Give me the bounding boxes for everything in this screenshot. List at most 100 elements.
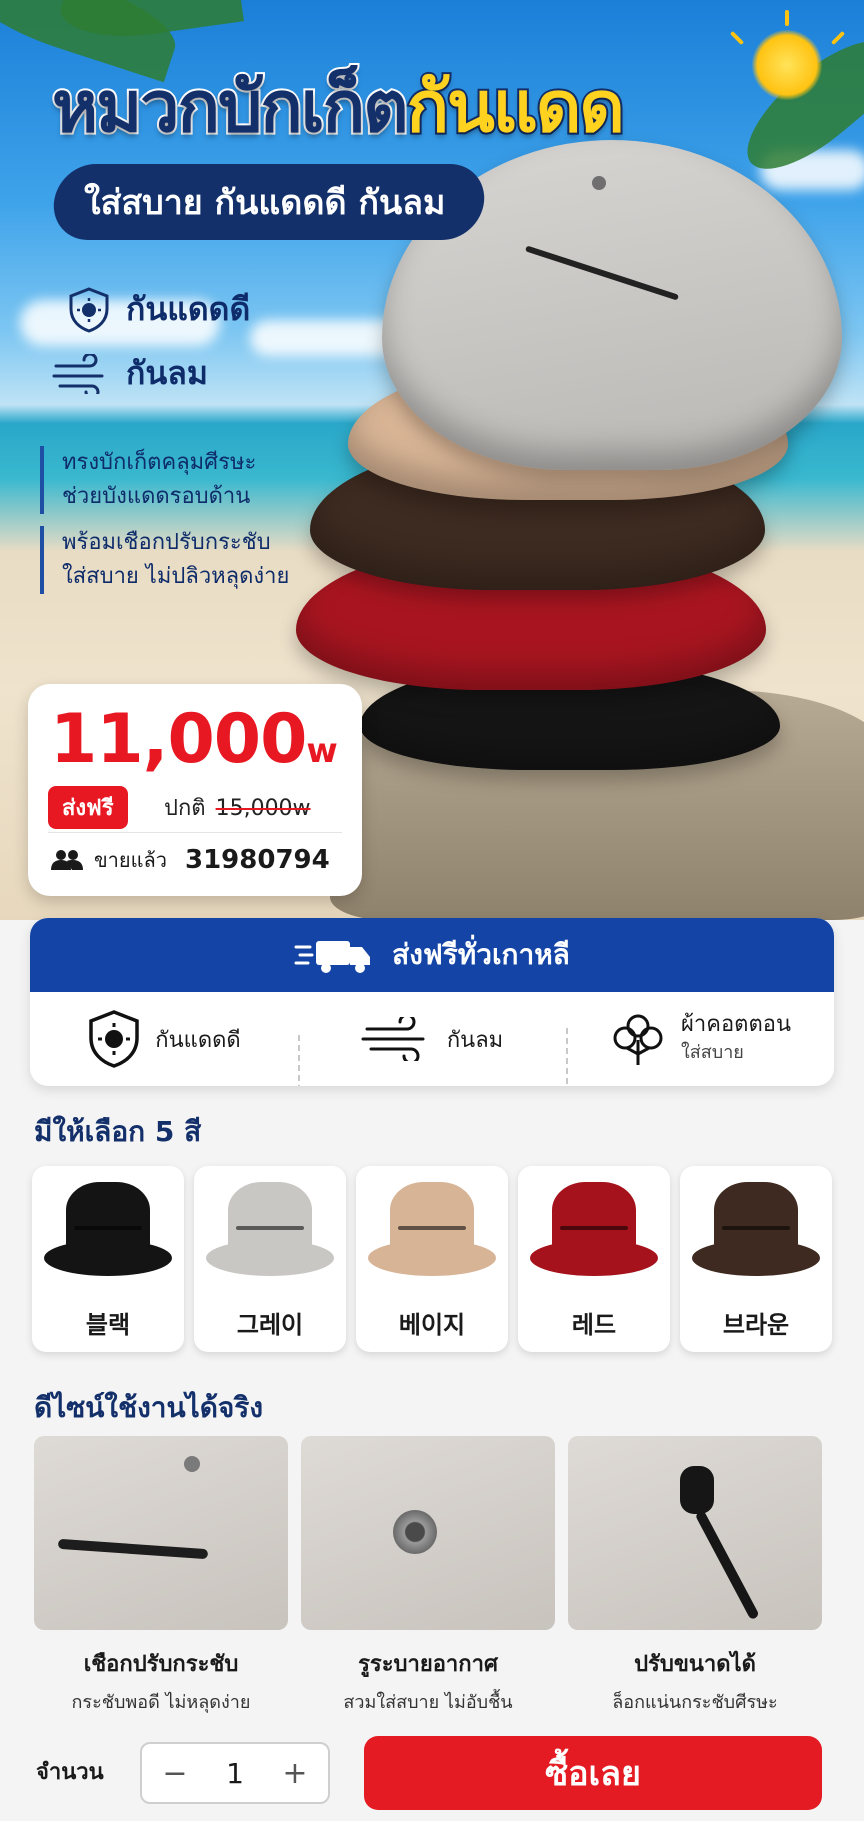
hat-brim xyxy=(206,1240,334,1276)
subtitle-pill: ใส่สบาย กันแดดดี กันลม xyxy=(50,164,488,240)
drawstring xyxy=(57,1538,209,1560)
eyelet xyxy=(592,176,606,190)
hero-banner: หมวกบักเก็ตกันแดด ใส่สบาย กันแดดดี กันลม… xyxy=(0,0,864,920)
quantity-value[interactable]: 1 xyxy=(226,1757,244,1790)
price-currency: w xyxy=(306,731,337,771)
design-details: เชือกปรับกระชับ กระชับพอดี ไม่หลุดง่าย ร… xyxy=(34,1436,822,1716)
color-name: 레드 xyxy=(571,1311,617,1339)
drawstring xyxy=(694,1509,760,1621)
detail-photo xyxy=(34,1436,288,1630)
detail-vent: รูระบายอากาศ สวมใส่สบาย ไม่อับชื้น xyxy=(301,1436,555,1716)
feature-label: ผ้าคอตตอน xyxy=(681,1012,791,1037)
hat-thumbnail xyxy=(692,1182,820,1278)
eyelet xyxy=(184,1456,200,1472)
feature-label: กันแดดดี xyxy=(126,290,251,328)
bullet-line: ใส่สบาย ไม่ปลิวหลุดง่าย xyxy=(62,564,290,589)
detail-caption: เชือกปรับกระชับ กระชับพอดี ไม่หลุดง่าย xyxy=(34,1646,288,1716)
detail-adjust: ปรับขนาดได้ ล็อกแน่นกระชับศีรษะ xyxy=(568,1436,822,1716)
regular-price-value: 15,000w xyxy=(215,796,311,821)
hat-thumbnail xyxy=(530,1182,658,1278)
color-name: 블랙 xyxy=(85,1311,131,1339)
color-options: 블랙 그레이 베이지 레드 브라운 xyxy=(32,1166,832,1352)
free-shipping-badge: ส่งฟรี xyxy=(48,786,128,829)
subtitle-text: ใส่สบาย กันแดดดี กันลม xyxy=(84,183,446,223)
drawstring xyxy=(524,245,680,301)
bullet-drawstring: พร้อมเชือกปรับกระชับ ใส่สบาย ไม่ปลิวหลุด… xyxy=(40,526,289,594)
sun-ray xyxy=(729,30,745,46)
title-highlight: กันแดด xyxy=(405,66,627,148)
hat-brim xyxy=(530,1240,658,1276)
bullet-shape: ทรงบักเก็ตคลุมศีรษะ ช่วยบังแดดรอบด้าน xyxy=(40,446,256,514)
feature-text: ผ้าคอตตอน ใส่สบาย xyxy=(681,1011,791,1067)
hat-brim xyxy=(692,1240,820,1276)
quantity-stepper: − 1 + xyxy=(140,1742,330,1804)
hat-band xyxy=(74,1226,142,1230)
sun-icon xyxy=(752,30,822,100)
bullet-line: ช่วยบังแดดรอบด้าน xyxy=(62,484,251,509)
bullet-line: พร้อมเชือกปรับกระชับ xyxy=(62,530,271,555)
detail-photo xyxy=(301,1436,555,1630)
regular-price: ปกติ 15,000w xyxy=(164,790,311,825)
feature-label: กันแดดดี xyxy=(155,1027,241,1053)
buy-now-button[interactable]: ซื้อเลย xyxy=(364,1736,822,1810)
bullet-line: ทรงบักเก็ตคลุมศีรษะ xyxy=(62,450,257,475)
shield-sun-icon xyxy=(89,1010,140,1068)
sold-number: 31980794 xyxy=(185,845,330,875)
color-option-beige[interactable]: 베이지 xyxy=(356,1166,508,1352)
hat-brim xyxy=(368,1240,496,1276)
shipping-feature-sun: กันแดดดี xyxy=(30,1009,298,1069)
users-icon xyxy=(51,850,83,870)
feature-sun: กันแดดดี xyxy=(68,284,250,335)
design-section-title: ดีไซน์ใช้งานได้จริง xyxy=(34,1391,264,1424)
detail-title: ปรับขนาดได้ xyxy=(634,1652,756,1677)
color-name: 그레이 xyxy=(236,1311,304,1339)
detail-caption: ปรับขนาดได้ ล็อกแน่นกระชับศีรษะ xyxy=(568,1646,822,1716)
detail-photo xyxy=(568,1436,822,1630)
sold-label: ขายแล้ว xyxy=(94,848,167,872)
divider xyxy=(48,832,342,833)
detail-subtitle: ล็อกแน่นกระชับศีรษะ xyxy=(612,1692,778,1713)
hat-band xyxy=(398,1226,466,1230)
cord-lock xyxy=(680,1466,714,1514)
detail-title: เชือกปรับกระชับ xyxy=(83,1652,239,1677)
feature-label: กันลม xyxy=(126,354,208,392)
sun-ray xyxy=(830,30,846,46)
sale-price: 11,000w xyxy=(50,700,338,779)
wind-icon xyxy=(52,353,104,394)
increment-button[interactable]: + xyxy=(280,1756,310,1791)
color-option-brown[interactable]: 브라운 xyxy=(680,1166,832,1352)
shipping-title: ส่งฟรีทั่วเกาหลี xyxy=(392,938,570,971)
color-option-red[interactable]: 레드 xyxy=(518,1166,670,1352)
shipping-features: กันแดดดี กันลม ผ้าคอตตอน ใส่สบาย xyxy=(30,992,834,1086)
price-card: 11,000w ส่งฟรี ปกติ 15,000w ขายแล้ว 31980… xyxy=(28,684,362,896)
detail-drawstring: เชือกปรับกระชับ กระชับพอดี ไม่หลุดง่าย xyxy=(34,1436,288,1716)
price-amount: 11,000 xyxy=(50,700,307,779)
shipping-box: ส่งฟรีทั่วเกาหลี กันแดดดี กันลม ผ้าคอตตอ… xyxy=(30,918,834,1086)
vent-eyelet xyxy=(393,1510,437,1554)
truck-icon xyxy=(294,941,371,973)
detail-subtitle: กระชับพอดี ไม่หลุดง่าย xyxy=(71,1692,251,1713)
regular-price-label: ปกติ xyxy=(164,796,206,821)
shield-sun-icon xyxy=(69,286,109,333)
sold-count: ขายแล้ว 31980794 xyxy=(50,844,330,876)
shipping-header: ส่งฟรีทั่วเกาหลี xyxy=(30,918,834,992)
color-name: 베이지 xyxy=(398,1311,466,1339)
decrement-button[interactable]: − xyxy=(160,1756,190,1791)
feature-sublabel: ใส่สบาย xyxy=(681,1042,744,1063)
page-title: หมวกบักเก็ตกันแดด xyxy=(50,70,627,144)
hat-thumbnail xyxy=(368,1182,496,1278)
detail-caption: รูระบายอากาศ สวมใส่สบาย ไม่อับชื้น xyxy=(301,1646,555,1716)
color-option-black[interactable]: 블랙 xyxy=(32,1166,184,1352)
title-main: หมวกบักเก็ต xyxy=(50,66,411,148)
detail-subtitle: สวมใส่สบาย ไม่อับชื้น xyxy=(343,1692,513,1713)
hat-thumbnail xyxy=(206,1182,334,1278)
wind-icon xyxy=(361,1017,425,1061)
shipping-feature-wind: กันลม xyxy=(298,1017,566,1086)
feature-wind: กันลม xyxy=(52,348,208,399)
quantity-label: จำนวน xyxy=(36,1760,104,1785)
hat-band xyxy=(560,1226,628,1230)
detail-title: รูระบายอากาศ xyxy=(358,1652,498,1677)
hat-thumbnail xyxy=(44,1182,172,1278)
color-option-gray[interactable]: 그레이 xyxy=(194,1166,346,1352)
hat-brim xyxy=(44,1240,172,1276)
